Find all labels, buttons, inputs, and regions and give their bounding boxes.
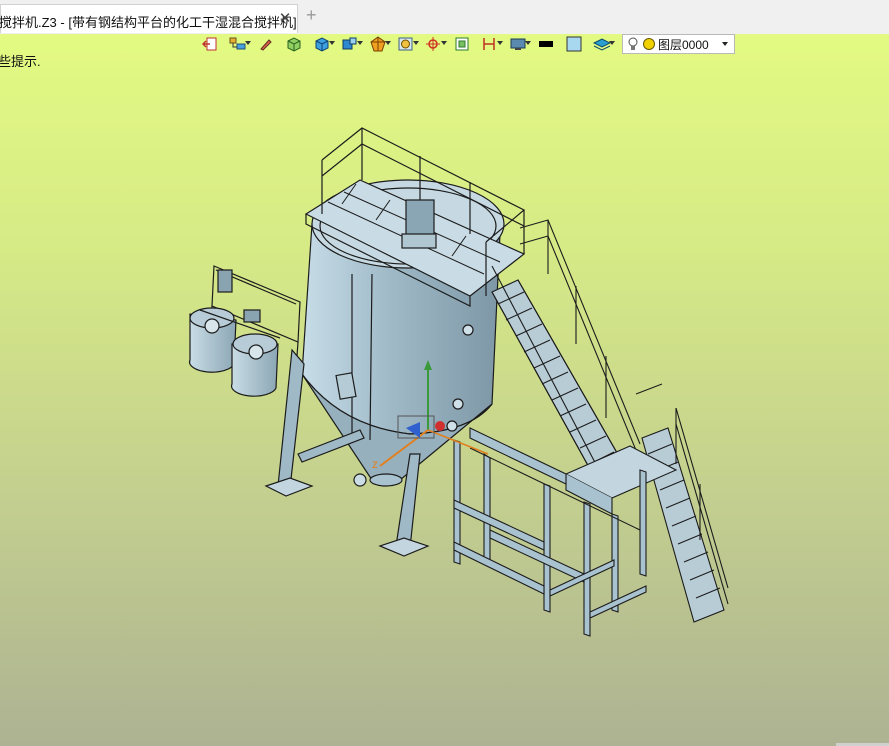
- mixer-3d-model[interactable]: z: [0, 34, 889, 746]
- small-tanks: [188, 265, 301, 397]
- document-tab[interactable]: 搅拌机.Z3 - [带有钢结构平台的化工干湿混合搅拌机] ✕: [0, 4, 298, 33]
- tab-title: 搅拌机.Z3 - [带有钢结构平台的化工干湿混合搅拌机]: [0, 15, 297, 30]
- close-icon[interactable]: ✕: [277, 9, 293, 27]
- graphics-viewport[interactable]: 些提示. 图层0000 z: [0, 34, 889, 746]
- svg-text:z: z: [372, 457, 378, 471]
- steel-frame: [453, 427, 678, 637]
- plus-icon[interactable]: +: [306, 6, 317, 24]
- tab-bar: 搅拌机.Z3 - [带有钢结构平台的化工干湿混合搅拌机] ✕ +: [0, 0, 889, 35]
